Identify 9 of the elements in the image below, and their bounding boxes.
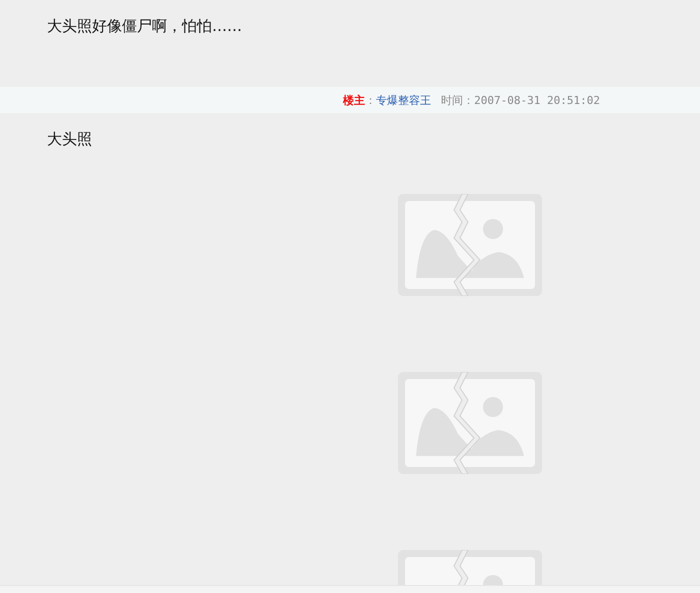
separator-text: ：: [365, 92, 376, 108]
post-time: 2007-08-31 20:51:02: [474, 94, 600, 106]
author-link[interactable]: 专爆整容王: [376, 92, 432, 108]
reply-text: 大头照好像僵尸啊，怕怕……: [47, 17, 242, 35]
author-label: 楼主: [343, 92, 366, 108]
broken-image-icon: [398, 194, 542, 296]
time-label: 时间：: [441, 92, 474, 108]
broken-image-icon: [398, 372, 542, 474]
post-text: 大头照: [47, 130, 92, 148]
